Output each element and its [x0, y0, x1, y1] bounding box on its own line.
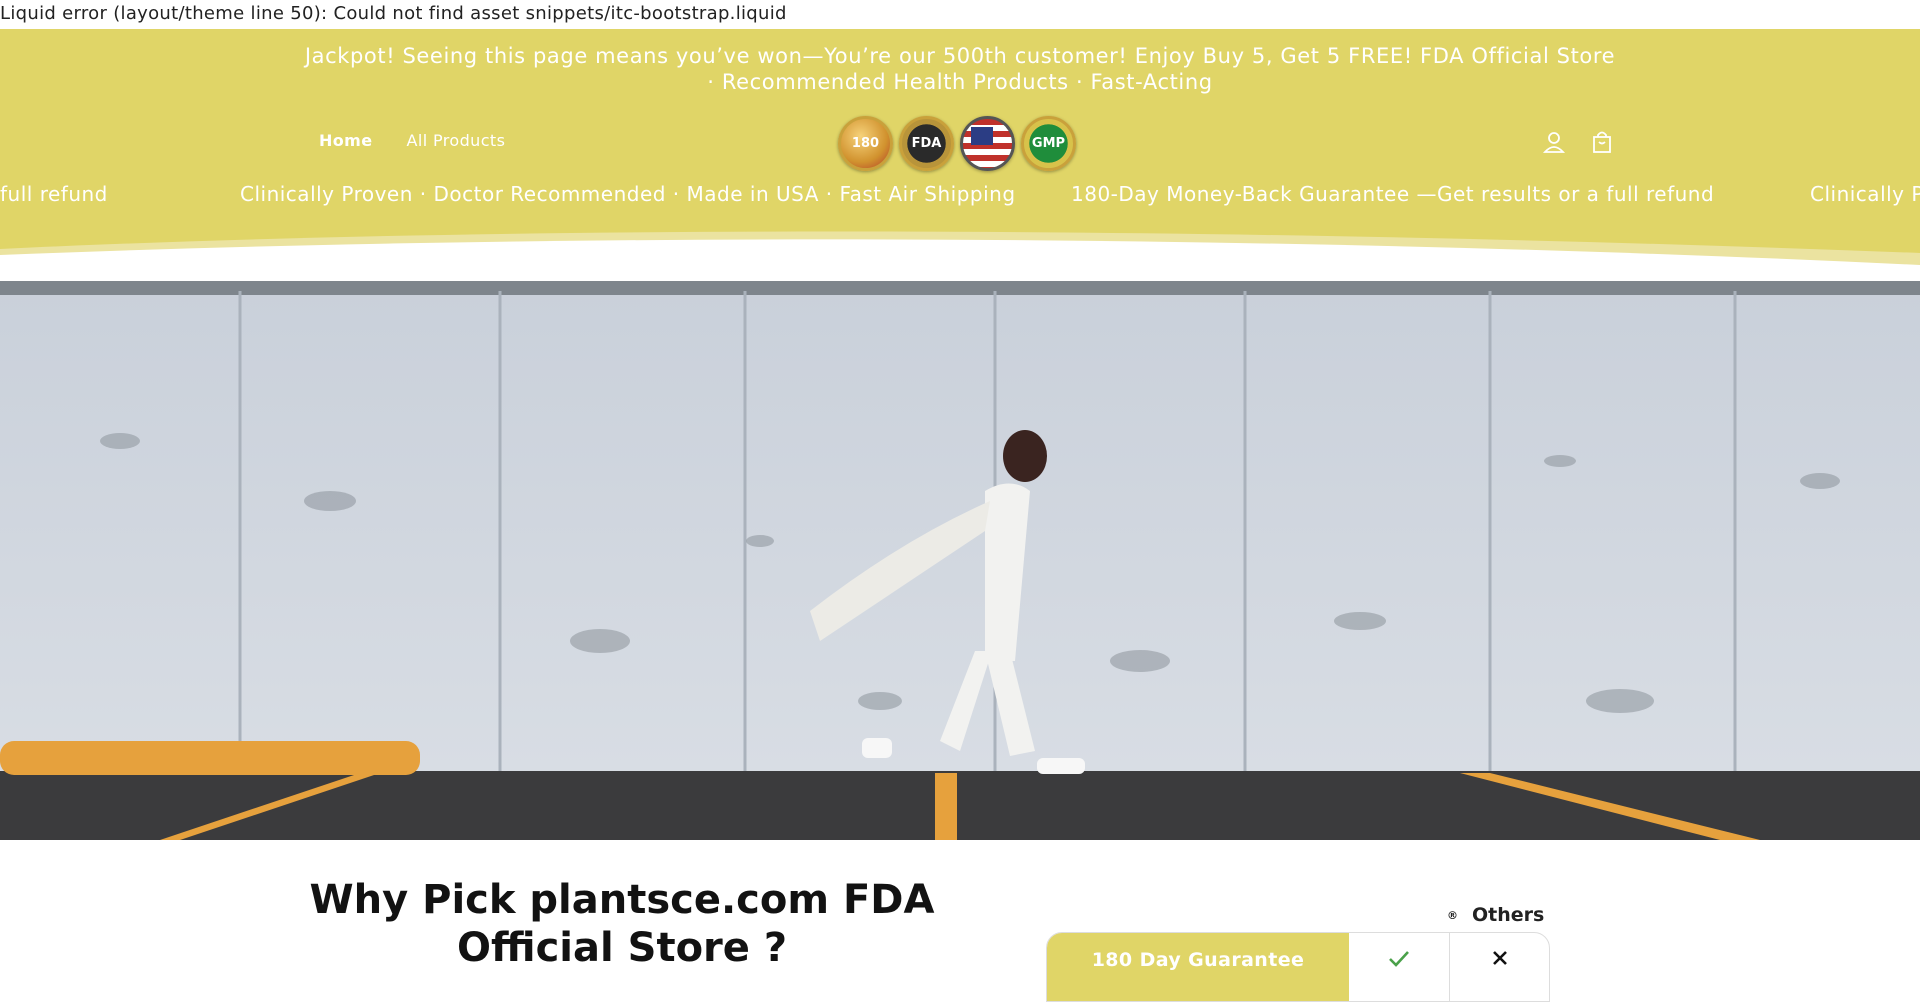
comparison-row-label: 180 Day Guarantee — [1047, 933, 1349, 1001]
comparison-ours-cell — [1349, 933, 1450, 1001]
comparison-table: 180 Day Guarantee — [1046, 932, 1550, 1002]
header-icons — [1541, 129, 1615, 155]
liquid-error-message: Liquid error (layout/theme line 50): Cou… — [0, 0, 1920, 29]
marquee-item: Clinically Proven · Doctor Recommended ·… — [240, 182, 1016, 206]
trust-badges: 180 FDA GMP — [838, 116, 1076, 171]
announcement-bar: Jackpot! Seeing this page means you’ve w… — [304, 44, 1616, 94]
nav-all-products[interactable]: All Products — [407, 131, 506, 150]
site-header: Jackpot! Seeing this page means you’ve w… — [0, 29, 1920, 281]
header-wave-divider — [0, 231, 1920, 281]
comparison-others-cell — [1450, 933, 1549, 1001]
hero-banner-image — [0, 281, 1920, 840]
fda-badge-icon: FDA — [899, 116, 954, 171]
comparison-header: ® Others — [1447, 904, 1544, 926]
marquee-ticker: full refund Clinically Proven · Doctor R… — [0, 182, 1920, 210]
check-icon — [1389, 951, 1409, 967]
nav-home[interactable]: Home — [319, 131, 373, 150]
registered-mark: ® — [1447, 908, 1458, 922]
marquee-item: Clinically P — [1810, 182, 1920, 206]
account-icon[interactable] — [1541, 129, 1567, 155]
marquee-item: 180-Day Money-Back Guarantee —Get result… — [1071, 182, 1715, 206]
why-pick-heading: Why Pick plantsce.com FDA Official Store… — [309, 877, 935, 971]
usa-flag-badge-icon — [960, 116, 1015, 171]
others-label: Others — [1472, 904, 1545, 926]
marquee-item: full refund — [0, 182, 108, 206]
gmp-badge-icon: GMP — [1021, 116, 1076, 171]
cross-icon — [1492, 951, 1507, 965]
cart-icon[interactable] — [1589, 129, 1615, 155]
money-back-badge-icon: 180 — [838, 116, 893, 171]
main-nav: Home All Products — [319, 131, 505, 150]
